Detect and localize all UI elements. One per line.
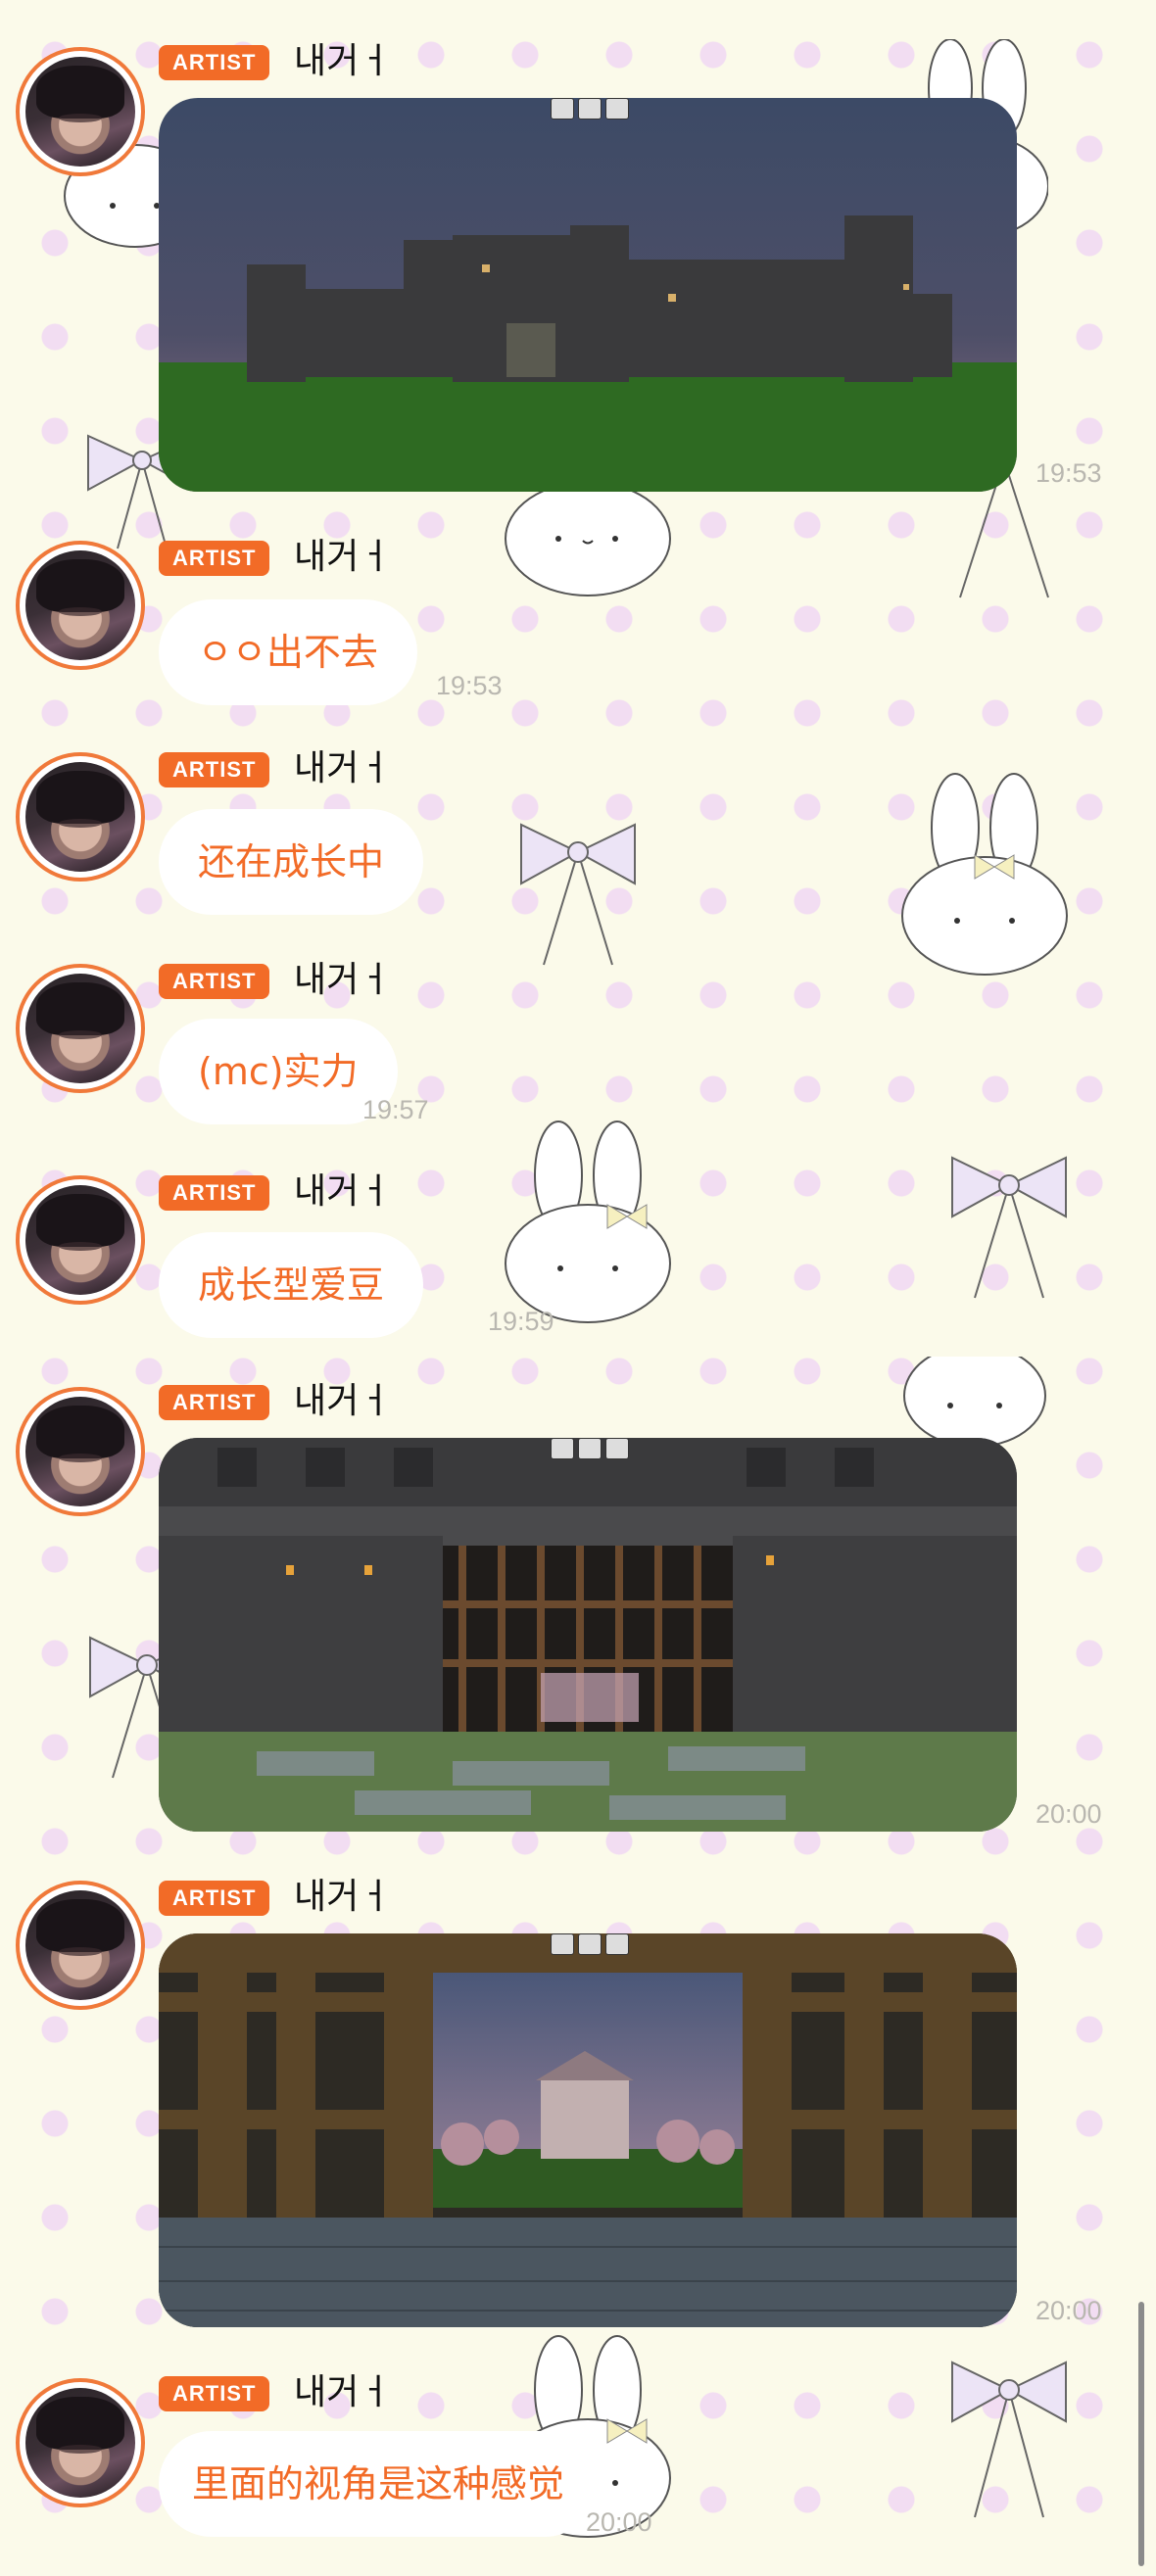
message-bubble[interactable]: 成长型爱豆: [159, 1232, 424, 1338]
artist-badge: ARTIST: [159, 964, 270, 999]
castle-courtyard-screenshot-image: [159, 1933, 1017, 2327]
image-toolbar: [551, 1933, 629, 1957]
sender-name: 내거ㅓ: [294, 2372, 392, 2412]
message-time: 20:00: [1036, 1799, 1102, 1829]
artist-badge: ARTIST: [159, 45, 270, 80]
artist-badge: ARTIST: [159, 1385, 270, 1420]
bow-decoration: [509, 813, 647, 970]
artist-badge: ARTIST: [159, 1175, 270, 1211]
sender-name: 내거ㅓ: [294, 41, 392, 81]
image-toolbar: [551, 1438, 629, 1461]
avatar[interactable]: [16, 752, 145, 882]
message-time: 19:53: [436, 671, 503, 700]
bunny-decoration: [896, 769, 1073, 984]
message-bubble[interactable]: 里面的视角是这种感觉: [159, 2431, 599, 2537]
avatar[interactable]: [16, 47, 145, 176]
artist-badge: ARTIST: [159, 1881, 270, 1916]
bunny-decoration: [500, 1117, 676, 1332]
message-bubble[interactable]: ㅇㅇ出不去: [159, 599, 417, 705]
sender-name: 내거ㅓ: [294, 1381, 392, 1421]
avatar[interactable]: [16, 1387, 145, 1516]
artist-badge: ARTIST: [159, 541, 270, 576]
message-time: 20:00: [1036, 2296, 1102, 2325]
sender-name: 내거ㅓ: [294, 1877, 392, 1917]
scrollbar[interactable]: [1138, 2302, 1144, 2566]
avatar[interactable]: [16, 2378, 145, 2507]
avatar[interactable]: [16, 1881, 145, 2010]
image-toolbar: [551, 98, 629, 121]
avatar[interactable]: [16, 964, 145, 1093]
message-time: 19:59: [488, 1307, 554, 1336]
sender-name: 내거ㅓ: [294, 1171, 392, 1212]
message-bubble[interactable]: 还在成长中: [159, 809, 424, 915]
bow-decoration: [940, 2351, 1078, 2527]
message-time: 20:00: [586, 2507, 652, 2537]
avatar[interactable]: [16, 541, 145, 670]
message-time: 19:53: [1036, 458, 1102, 488]
sender-name: 내거ㅓ: [294, 537, 392, 577]
bow-decoration: [940, 1146, 1078, 1303]
sender-name: 내거ㅓ: [294, 960, 392, 1000]
sender-name: 내거ㅓ: [294, 748, 392, 788]
image-attachment[interactable]: [159, 1933, 1017, 2327]
castle-gate-screenshot-image: [159, 1438, 1017, 1832]
avatar[interactable]: [16, 1175, 145, 1305]
image-attachment[interactable]: [159, 1438, 1017, 1832]
artist-badge: ARTIST: [159, 2376, 270, 2411]
artist-badge: ARTIST: [159, 752, 270, 787]
image-attachment[interactable]: [159, 98, 1017, 492]
message-time: 19:57: [362, 1095, 429, 1124]
castle-screenshot-image: [159, 98, 1017, 492]
